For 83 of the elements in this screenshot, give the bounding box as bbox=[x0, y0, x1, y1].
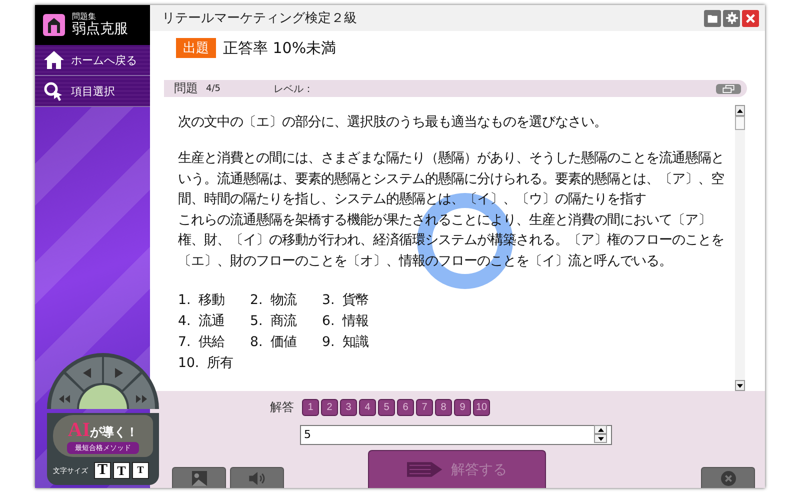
answer-option-button[interactable]: 9 bbox=[454, 399, 471, 416]
speaker-icon bbox=[248, 472, 266, 484]
passage-line: 〔エ〕、財のフローのことを〔オ〕、情報のフローのことを〔イ〕流と呼んでいる。 bbox=[178, 252, 673, 270]
rewind-button[interactable] bbox=[51, 374, 83, 409]
choice-text: 知識 bbox=[342, 334, 369, 352]
choice-number: 8. bbox=[250, 334, 263, 352]
choice-text: 所有 bbox=[207, 355, 234, 373]
answer-option-button[interactable]: 8 bbox=[435, 399, 452, 416]
choice-number: 9. bbox=[322, 334, 335, 352]
mode-badge: 出題 bbox=[176, 38, 216, 58]
answer-option-button[interactable]: 4 bbox=[359, 399, 376, 416]
passage-line: 生産と消費との間には、さまざまな隔たり（懸隔）があり、そうした懸隔のことを流通懸隔と bbox=[178, 150, 725, 168]
passage-line: これらの流通懸隔を架橋する機能が果たされることにより、生産と消費の間において〔ア〕 bbox=[178, 212, 712, 230]
close-circle-button[interactable] bbox=[701, 467, 755, 488]
choice-text: 供給 bbox=[198, 334, 225, 352]
close-icon bbox=[745, 12, 756, 24]
window-title: リテールマーケティング検定２級 bbox=[162, 10, 358, 27]
scroll-up-button[interactable] bbox=[735, 105, 745, 116]
home-nav-item[interactable]: ホームへ戻る bbox=[35, 45, 150, 76]
settings-button[interactable] bbox=[723, 10, 740, 26]
answer-option-button[interactable]: 1 bbox=[302, 399, 319, 416]
answer-option-button[interactable]: 6 bbox=[397, 399, 414, 416]
close-circle-icon bbox=[720, 470, 736, 486]
answer-option-button[interactable]: 2 bbox=[321, 399, 338, 416]
center-button[interactable] bbox=[79, 385, 127, 409]
down-arrow-icon bbox=[737, 384, 743, 388]
choice-number: 6. bbox=[322, 313, 335, 331]
scroll-down-button[interactable] bbox=[735, 380, 745, 391]
logo-caption: 問題集 bbox=[72, 13, 97, 22]
question-instruction: 次の文中の〔エ〕の部分に、選択肢のうち最も適当なものを選びなさい。 bbox=[178, 114, 608, 131]
question-number: 4/5 bbox=[206, 84, 220, 94]
folder-icon bbox=[706, 12, 718, 24]
choice-number: 2. bbox=[250, 292, 263, 310]
level-label: レベル： bbox=[273, 82, 314, 96]
select-nav-item[interactable]: 項目選択 bbox=[35, 76, 150, 107]
choice-text: 貨幣 bbox=[342, 292, 369, 310]
answer-option-button[interactable]: 5 bbox=[378, 399, 395, 416]
passage-line: 間、時間の隔たりを指し、システム的懸隔とは、〔イ〕、〔ウ〕の隔たりを指す bbox=[178, 191, 647, 209]
answer-option-button[interactable]: 3 bbox=[340, 399, 357, 416]
choice-text: 移動 bbox=[198, 292, 225, 310]
up-arrow-icon bbox=[737, 108, 743, 112]
choice-number: 3. bbox=[322, 292, 335, 310]
logo-icon bbox=[43, 14, 65, 36]
close-button[interactable] bbox=[742, 10, 759, 26]
pencil-icon bbox=[407, 461, 443, 478]
choice-number: 5. bbox=[250, 313, 263, 331]
folder-button[interactable] bbox=[704, 10, 721, 26]
scroll-thumb[interactable] bbox=[735, 116, 745, 130]
passage-line: 権、財、〔イ〕の移動が行われ、経済循環システムが構築される。〔ア〕権のフローのことを bbox=[178, 232, 725, 250]
font-size-button[interactable]: T bbox=[94, 462, 111, 479]
choice-text: 商流 bbox=[270, 313, 297, 331]
choice-text: 価値 bbox=[270, 334, 297, 352]
next-button[interactable] bbox=[104, 357, 140, 390]
image-button[interactable] bbox=[172, 467, 226, 488]
choice-text: 流通 bbox=[198, 313, 225, 331]
choice-number: 4. bbox=[178, 313, 191, 331]
question-label: 問題 bbox=[174, 80, 198, 97]
submit-answer-button[interactable]: 解答する bbox=[368, 450, 546, 488]
font-size-button[interactable]: T bbox=[113, 462, 130, 479]
logo-title: 弱点克服 bbox=[72, 22, 128, 37]
answer-field[interactable]: 5 bbox=[300, 424, 612, 444]
windows-icon bbox=[722, 84, 735, 92]
choice-number: 10. bbox=[178, 355, 200, 373]
answer-option-button[interactable]: 10 bbox=[473, 399, 490, 416]
spin-up-icon[interactable] bbox=[594, 425, 607, 434]
passage-line: いう。流通懸隔は、要素的懸隔とシステム的懸隔に分けられる。要素的懸隔とは、〔ア〕、空 bbox=[178, 170, 725, 188]
home-icon bbox=[43, 50, 65, 70]
answer-option-button[interactable]: 7 bbox=[416, 399, 433, 416]
filter-label: 正答率 10%未満 bbox=[223, 38, 336, 58]
choice-text: 情報 bbox=[342, 313, 369, 331]
choice-number: 7. bbox=[178, 334, 191, 352]
scrollbar[interactable] bbox=[735, 105, 745, 391]
ai-headline: AIが導く！ bbox=[68, 419, 138, 442]
previous-button[interactable] bbox=[66, 357, 102, 390]
answer-label: 解答 bbox=[270, 399, 294, 416]
window-mode-button[interactable] bbox=[716, 84, 741, 94]
choice-text: 物流 bbox=[270, 292, 297, 310]
image-icon bbox=[192, 470, 206, 486]
fast-forward-button[interactable] bbox=[123, 374, 155, 409]
spin-down-icon[interactable] bbox=[594, 434, 607, 443]
font-size-button[interactable]: T bbox=[132, 462, 149, 479]
choice-number: 1. bbox=[178, 292, 191, 310]
settings-icon bbox=[726, 12, 738, 24]
